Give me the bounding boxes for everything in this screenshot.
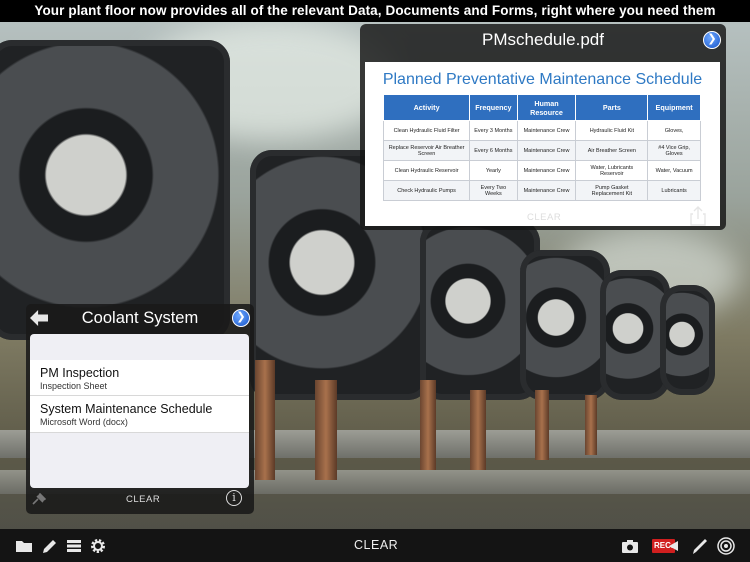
list-item-title: System Maintenance Schedule <box>40 402 213 416</box>
disclosure-arrow-icon[interactable]: ❯ <box>703 31 721 49</box>
toolbar-clear-button[interactable]: CLEAR <box>354 538 398 552</box>
list-item-subtitle: Microsoft Word (docx) <box>40 417 128 427</box>
table-cell: Check Hydraulic Pumps <box>382 180 471 201</box>
table-row: Clean Hydraulic Reservoir Yearly Mainten… <box>382 160 701 181</box>
table-cell: Hydraulic Fluid Kit <box>575 120 649 141</box>
table-cell: Clean Hydraulic Fluid Filter <box>382 120 471 141</box>
panel-title: Coolant System <box>81 309 199 327</box>
table-cell: Maintenance Crew <box>516 180 577 201</box>
stack-icon[interactable] <box>64 536 84 556</box>
document-heading: Planned Preventative Maintenance Schedul… <box>382 71 703 88</box>
column-header: Frequency <box>469 94 518 121</box>
table-cell: Lubricants <box>647 180 701 201</box>
table-cell: Pump Gasket Replacement Kit <box>575 180 649 201</box>
pencil-icon[interactable] <box>40 536 60 556</box>
folder-icon[interactable] <box>14 536 34 556</box>
marketing-caption: Your plant floor now provides all of the… <box>0 0 750 22</box>
table-cell: Maintenance Crew <box>516 140 577 161</box>
table-cell: Water, Vacuum <box>647 160 701 181</box>
table-header-row: Activity Frequency Human Resource Parts … <box>382 94 701 121</box>
list-item-title: PM Inspection <box>40 366 120 380</box>
table-cell: Replace Reservoir Air Breather Screen <box>382 140 471 161</box>
bottom-toolbar: CLEAR REC. <box>0 529 750 562</box>
table-row: Replace Reservoir Air Breather Screen Ev… <box>382 140 701 161</box>
pin-icon[interactable] <box>32 493 46 505</box>
document-list: PM Inspection Inspection Sheet System Ma… <box>30 334 249 488</box>
share-icon[interactable] <box>690 206 706 226</box>
table-cell: Clean Hydraulic Reservoir <box>382 160 471 181</box>
pdf-viewer-panel: PMschedule.pdf ❯ Planned Preventative Ma… <box>360 24 726 230</box>
pen-icon[interactable] <box>690 536 710 556</box>
coolant-system-panel: Coolant System ❯ PM Inspection Inspectio… <box>26 304 254 514</box>
column-header: Equipment <box>647 94 701 121</box>
table-cell: Maintenance Crew <box>516 160 577 181</box>
table-cell: Every 6 Months <box>469 140 518 161</box>
pdf-file-title: PMschedule.pdf <box>482 30 604 49</box>
pdf-document-page[interactable]: Planned Preventative Maintenance Schedul… <box>365 62 720 226</box>
video-camera-icon[interactable] <box>669 540 679 552</box>
list-item-subtitle: Inspection Sheet <box>40 381 108 391</box>
table-cell: Yearly <box>469 160 518 181</box>
gear-icon[interactable] <box>88 536 108 556</box>
table-cell: Maintenance Crew <box>516 120 577 141</box>
table-cell: Every Two Weeks <box>469 180 518 201</box>
table-cell: Gloves, <box>647 120 701 141</box>
table-cell: Water, Lubricants Reservoir <box>575 160 649 181</box>
list-item[interactable]: PM Inspection Inspection Sheet <box>30 360 249 396</box>
maintenance-schedule-table: Activity Frequency Human Resource Parts … <box>382 94 701 201</box>
table-cell: #4 Vice Grip, Gloves <box>647 140 701 161</box>
pdf-clear-button[interactable]: CLEAR <box>527 212 561 223</box>
table-row: Check Hydraulic Pumps Every Two Weeks Ma… <box>382 180 701 201</box>
column-header: Activity <box>382 94 471 121</box>
target-icon[interactable] <box>716 536 736 556</box>
table-cell: Air Breather Screen <box>575 140 649 161</box>
list-item[interactable]: System Maintenance Schedule Microsoft Wo… <box>30 396 249 433</box>
column-header: Parts <box>575 94 649 121</box>
column-header: Human Resource <box>516 94 577 121</box>
camera-icon[interactable] <box>620 536 640 556</box>
info-icon[interactable]: i <box>226 490 242 506</box>
table-row: Clean Hydraulic Fluid Filter Every 3 Mon… <box>382 120 701 141</box>
table-cell: Every 3 Months <box>469 120 518 141</box>
disclosure-arrow-icon[interactable]: ❯ <box>232 309 250 327</box>
coolant-clear-button[interactable]: CLEAR <box>126 494 160 505</box>
